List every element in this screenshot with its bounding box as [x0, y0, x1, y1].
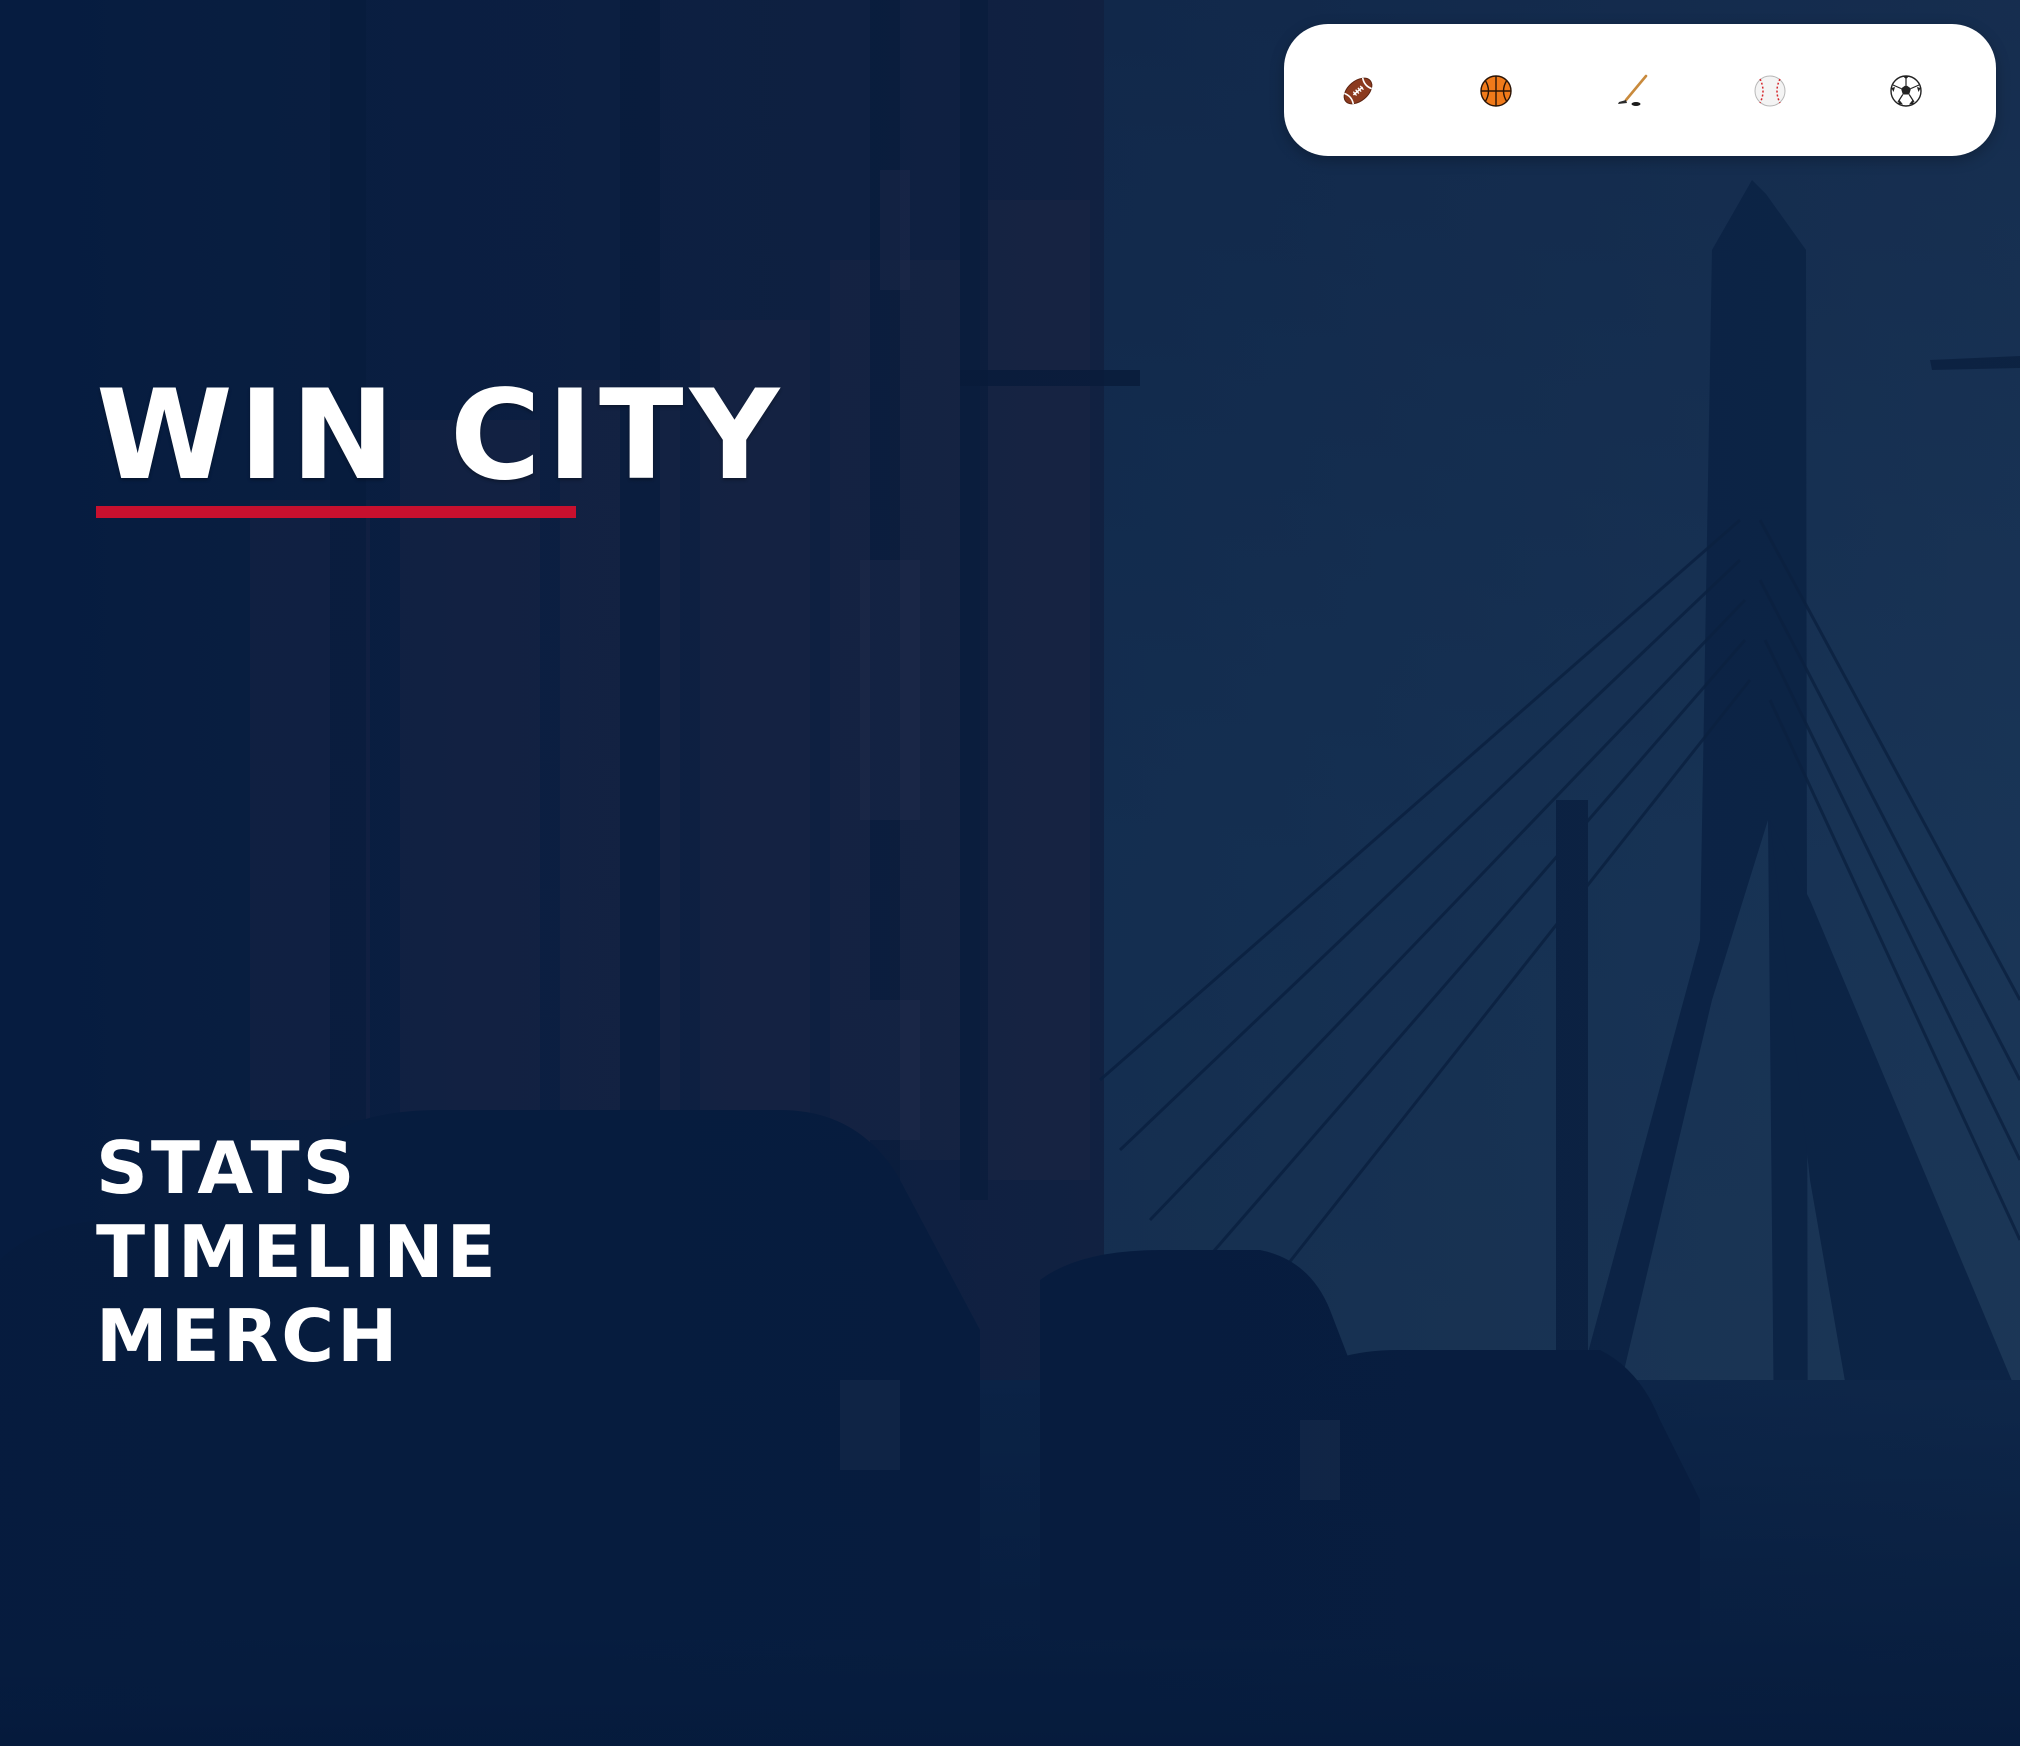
hockey-button[interactable] [1602, 61, 1662, 121]
background-image [0, 0, 2020, 1746]
nav-item-stats: STATS [96, 1126, 499, 1210]
basketball-icon [1480, 75, 1512, 107]
hockey-stick-icon [1618, 74, 1648, 106]
soccer-button[interactable] [1876, 61, 1936, 121]
nav-link-stats[interactable]: STATS [96, 1126, 357, 1210]
baseball-button[interactable] [1740, 61, 1800, 121]
page-title: WIN CITY [96, 364, 786, 508]
title-underline [96, 506, 576, 518]
basketball-button[interactable] [1466, 61, 1526, 121]
american-football-icon [1343, 77, 1373, 105]
sport-selector [1284, 24, 1996, 156]
page: WIN CITY STATS TIMELINE MERCH [0, 0, 2020, 1746]
nav-link-timeline[interactable]: TIMELINE [96, 1210, 499, 1294]
baseball-icon [1754, 75, 1786, 107]
soccer-ball-icon [1890, 75, 1922, 107]
football-button[interactable] [1328, 61, 1388, 121]
nav-item-merch: MERCH [96, 1294, 499, 1378]
main-nav: STATS TIMELINE MERCH [96, 1126, 499, 1378]
nav-item-timeline: TIMELINE [96, 1210, 499, 1294]
nav-link-merch[interactable]: MERCH [96, 1294, 400, 1378]
